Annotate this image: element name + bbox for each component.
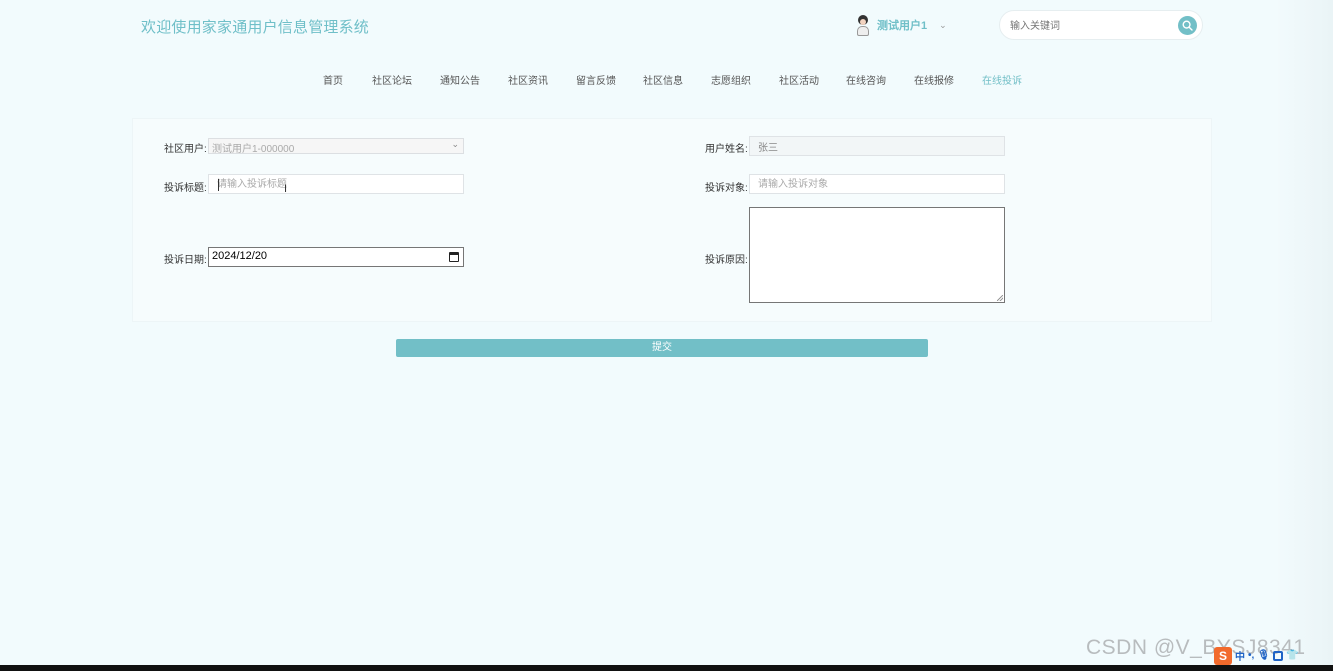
complaint-title-label: 投诉标题:	[164, 183, 207, 194]
search-icon	[1182, 20, 1193, 31]
complaint-date-input[interactable]: 2024/12/20	[208, 247, 464, 267]
complaint-target-label: 投诉对象:	[705, 183, 748, 194]
nav-item-complaint[interactable]: 在线投诉	[982, 72, 1022, 87]
shirt-icon[interactable]: 👕	[1286, 650, 1298, 661]
nav-item-community-info[interactable]: 社区信息	[643, 72, 683, 87]
complaint-date-label: 投诉日期:	[164, 255, 207, 266]
punctuation-icon[interactable]: •,	[1248, 650, 1254, 661]
nav-item-news[interactable]: 社区资讯	[508, 72, 548, 87]
chevron-down-icon: ⌄	[451, 139, 459, 149]
user-realname-field[interactable]	[749, 136, 1005, 156]
complaint-reason-label: 投诉原因:	[705, 255, 748, 266]
nav-item-consult[interactable]: 在线咨询	[846, 72, 886, 87]
chevron-down-icon: ⌄	[939, 19, 947, 30]
ime-logo-icon[interactable]: S	[1214, 646, 1232, 665]
user-menu[interactable]: 测试用户1 ⌄	[855, 14, 947, 36]
complaint-date-value: 2024/12/20	[212, 250, 268, 262]
complaint-target-input[interactable]	[749, 174, 1005, 194]
complaint-title-input[interactable]	[208, 174, 464, 194]
keyboard-icon[interactable]	[1272, 650, 1283, 661]
nav-item-home[interactable]: 首页	[323, 72, 343, 87]
ime-language-indicator[interactable]: 中	[1235, 648, 1245, 663]
search-button[interactable]	[1178, 16, 1197, 35]
community-user-value: 测试用户1-000000	[212, 144, 295, 155]
text-caret	[218, 179, 219, 191]
resize-grip-icon[interactable]	[997, 295, 1003, 301]
nav-item-notices[interactable]: 通知公告	[440, 72, 480, 87]
community-user-select[interactable]: 测试用户1-000000 ⌄	[208, 138, 464, 155]
complaint-reason-textarea[interactable]	[749, 207, 1005, 303]
taskbar	[0, 665, 1333, 671]
calendar-icon[interactable]	[449, 252, 459, 262]
nav-item-volunteers[interactable]: 志愿组织	[711, 72, 751, 87]
nav-item-feedback[interactable]: 留言反馈	[576, 72, 616, 87]
right-edge-strip	[1275, 0, 1333, 665]
user-name: 测试用户1	[877, 20, 928, 32]
main-nav: 首页 社区论坛 通知公告 社区资讯 留言反馈 社区信息 志愿组织 社区活动 在线…	[300, 72, 1040, 88]
nav-item-activities[interactable]: 社区活动	[779, 72, 819, 87]
nav-item-repair[interactable]: 在线报修	[914, 72, 954, 87]
site-title: 欢迎使用家家通用户信息管理系统	[141, 19, 370, 36]
ibeam-cursor-icon: I	[284, 183, 288, 195]
avatar-icon	[855, 14, 871, 36]
submit-button[interactable]: 提交	[396, 339, 928, 357]
page: 欢迎使用家家通用户信息管理系统 测试用户1 ⌄ 首页 社区论坛 通知公告 社区资…	[0, 0, 1333, 665]
nav-item-forum[interactable]: 社区论坛	[372, 72, 412, 87]
microphone-icon[interactable]: 🎙	[1257, 650, 1270, 661]
community-user-label: 社区用户:	[164, 144, 207, 155]
search-input[interactable]	[1010, 17, 1170, 35]
system-tray: S 中 •, 🎙 👕	[1212, 646, 1333, 665]
search-box	[999, 10, 1203, 40]
user-realname-label: 用户姓名:	[705, 144, 748, 155]
